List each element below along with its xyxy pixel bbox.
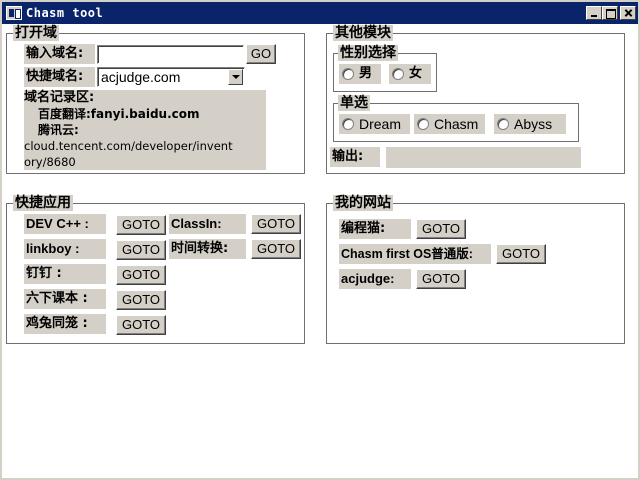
record-line: 腾讯云: [38, 123, 79, 137]
minimize-button[interactable] [586, 6, 602, 20]
other-modules-title: 其他模块 [333, 25, 393, 41]
record-line: 百度翻译:fanyi.baidu.com [38, 107, 200, 121]
my-sites-title: 我的网站 [333, 195, 393, 211]
radio-button[interactable] [392, 68, 404, 80]
goto-textbook-button[interactable]: GOTO [116, 290, 166, 310]
app-label-textbook: 六下课本 : [24, 289, 106, 309]
radio-button[interactable] [342, 118, 354, 130]
gender-group-title: 性别选择 [338, 45, 398, 61]
goto-time-convert-button[interactable]: GOTO [251, 239, 301, 259]
site-label-chasm-os: Chasm first OS普通版: [339, 244, 491, 264]
goto-linkboy-button[interactable]: GOTO [116, 240, 166, 260]
output-display [386, 147, 581, 168]
gender-radio-male[interactable]: 男 [339, 64, 381, 84]
close-button[interactable] [620, 6, 636, 20]
maximize-button[interactable] [602, 6, 618, 20]
output-label: 输出: [330, 147, 380, 167]
goto-devcpp-button[interactable]: GOTO [116, 215, 166, 235]
go-button[interactable]: GO [246, 44, 276, 64]
goto-dingding-button[interactable]: GOTO [116, 265, 166, 285]
domain-record-area: 域名记录区: 百度翻译:fanyi.baidu.com 腾讯云: cloud.t… [24, 90, 266, 170]
radio-button[interactable] [417, 118, 429, 130]
domain-input[interactable] [97, 45, 244, 64]
goto-acjudge-button[interactable]: GOTO [416, 269, 466, 289]
site-label-acjudge: acjudge: [339, 269, 411, 289]
radio-abyss[interactable]: Abyss [494, 114, 566, 134]
open-domain-title: 打开域 [13, 25, 59, 41]
site-label-codemao: 编程猫: [339, 219, 411, 239]
quick-domain-select[interactable]: acjudge.com [97, 67, 245, 87]
app-label-linkboy: linkboy : [24, 239, 106, 259]
app-label-time-convert: 时间转换: [169, 239, 246, 259]
record-line: 域名记录区: [24, 90, 95, 105]
single-choice-title: 单选 [338, 95, 370, 111]
app-label-devcpp: DEV C++ : [24, 214, 106, 234]
goto-codemao-button[interactable]: GOTO [416, 219, 466, 239]
goto-chasm-os-button[interactable]: GOTO [496, 244, 546, 264]
record-line: ory/8680 [24, 155, 76, 169]
title-bar[interactable]: Chasm tool [0, 0, 640, 24]
radio-chasm[interactable]: Chasm [414, 114, 485, 134]
record-line: cloud.tencent.com/developer/invent [24, 139, 233, 153]
app-label-chicken-rabbit: 鸡兔同笼 : [24, 314, 106, 334]
quick-domain-value: acjudge.com [101, 69, 181, 85]
radio-dream[interactable]: Dream [339, 114, 410, 134]
window-border-left [0, 24, 2, 480]
goto-classin-button[interactable]: GOTO [251, 214, 301, 234]
goto-chicken-rabbit-button[interactable]: GOTO [116, 315, 166, 335]
chevron-down-icon[interactable] [228, 69, 243, 85]
radio-button[interactable] [497, 118, 509, 130]
quick-apps-title: 快捷应用 [13, 195, 73, 211]
gender-radio-female[interactable]: 女 [389, 64, 431, 84]
domain-input-label: 输入域名: [24, 44, 95, 64]
app-label-classin: ClassIn: [169, 214, 246, 234]
quick-domain-label: 快捷域名: [24, 67, 95, 87]
window-title: Chasm tool [26, 6, 104, 20]
app-label-dingding: 钉钉 : [24, 264, 106, 284]
app-icon[interactable] [6, 6, 22, 20]
radio-button[interactable] [342, 68, 354, 80]
